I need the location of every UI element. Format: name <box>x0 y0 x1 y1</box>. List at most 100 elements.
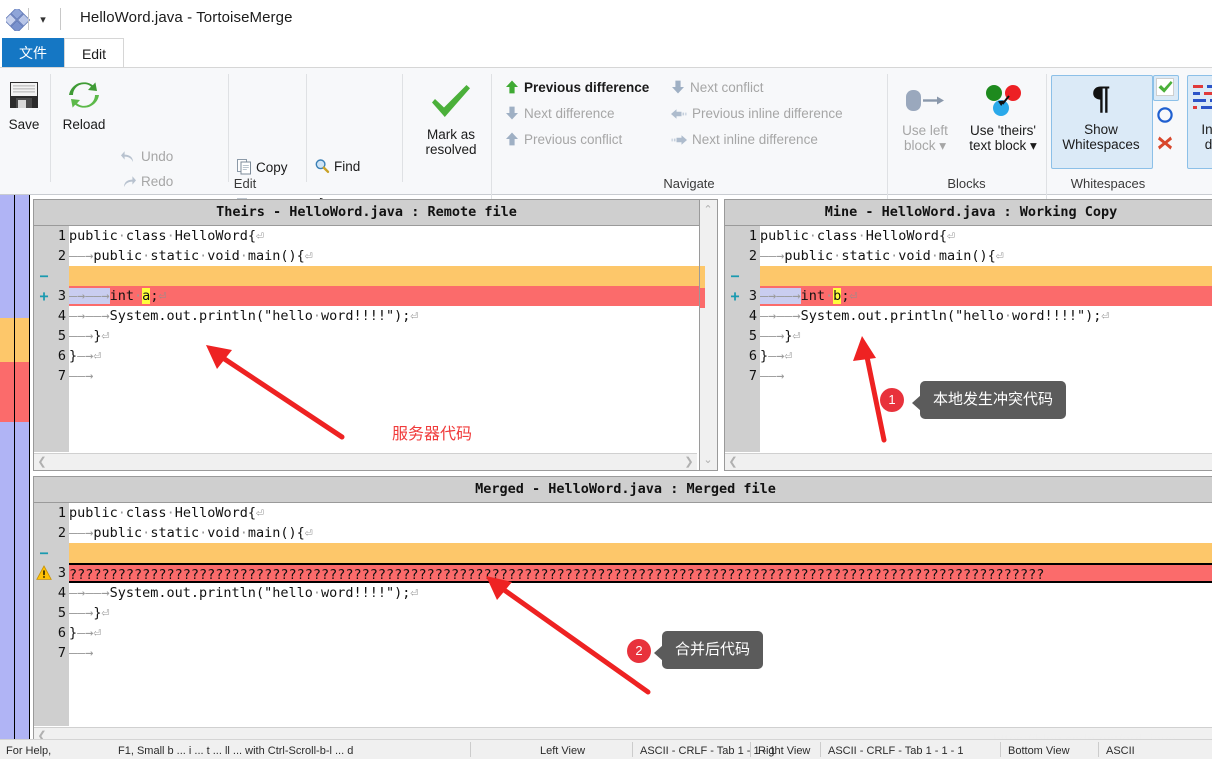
ribbon-group-edit-label: Edit <box>233 176 257 191</box>
show-whitespaces-button[interactable]: ¶ Show Whitespaces <box>1053 80 1149 152</box>
edit-divider-3 <box>306 74 307 182</box>
pilcrow-icon: ¶ <box>1053 80 1149 120</box>
reload-circular-arrows-icon <box>54 78 114 115</box>
use-theirs-text-block-label-2: text block ▾ <box>969 138 1037 153</box>
status-divider-2 <box>632 742 633 757</box>
line-number: 3 <box>57 288 66 304</box>
reload-button[interactable]: Reload <box>54 78 114 132</box>
next-inline-difference-label: Next inline difference <box>692 132 818 147</box>
pane-theirs-hscrollbar[interactable]: ❮ ❯ <box>34 453 697 470</box>
line-number: 4 <box>748 308 757 324</box>
inline-diff-button[interactable]: Inli di <box>1189 81 1212 152</box>
next-difference-label: Next difference <box>524 106 615 121</box>
status-left-view-label: Left View <box>540 745 586 757</box>
mark-as-resolved-label-2: resolved <box>425 142 477 157</box>
diff-overview-bar-left[interactable] <box>0 195 15 743</box>
use-left-block-label-2: block ▾ <box>903 138 947 153</box>
inline-diff-label-2: di <box>1204 137 1212 152</box>
pane-theirs-code[interactable]: public·class·HelloWord{⏎ ——→public·stati… <box>34 226 699 452</box>
previous-difference-button[interactable]: Previous difference <box>504 79 649 100</box>
code-line: ——→}⏎ <box>760 328 801 344</box>
red-cross-icon[interactable] <box>1156 134 1174 157</box>
line-number: 7 <box>57 645 66 661</box>
tab-edit[interactable]: Edit <box>64 38 124 69</box>
green-check-icon <box>412 82 490 125</box>
code-line-conflict: —→——→int·b;⏎ <box>760 286 1212 306</box>
tab-file[interactable]: 文件 <box>2 38 64 68</box>
pane-theirs-vscrollbar[interactable]: ⌃ ⌄ <box>699 199 718 471</box>
green-check-small-icon[interactable] <box>1156 78 1174 101</box>
code-line: —→——→System.out.println("hello·word!!!!"… <box>69 585 419 601</box>
previous-inline-difference-button: Previous inline difference <box>670 105 843 126</box>
pane-mine-hscrollbar[interactable]: ❮ <box>725 453 1212 470</box>
window-title: HelloWord.java - TortoiseMerge <box>80 9 293 26</box>
pane-merged-code[interactable]: public·class·HelloWord{⏎ ——→public·stati… <box>34 503 1212 726</box>
scroll-right-icon[interactable]: ❯ <box>681 454 697 470</box>
code-line: ——→public·static·void·main(){⏎ <box>69 248 313 264</box>
pane-theirs-lines: public·class·HelloWord{⏎ ——→public·stati… <box>69 226 699 452</box>
svg-text:¶: ¶ <box>1091 81 1111 117</box>
scroll-left-icon[interactable]: ❮ <box>34 454 50 470</box>
scroll-down-icon[interactable]: ⌄ <box>700 452 716 468</box>
status-left-view-info: ASCII - CRLF - Tab 1 - 1 - 1 <box>640 745 776 757</box>
blue-circle-icon[interactable] <box>1156 106 1174 129</box>
line-number: 6 <box>57 625 66 641</box>
code-line-added <box>69 543 1212 563</box>
floppy-disk-icon <box>2 78 46 115</box>
gutter-marker-removed[interactable]: − <box>37 543 51 563</box>
tortoisemerge-logo-icon <box>3 6 31 34</box>
save-button[interactable]: Save <box>2 78 46 132</box>
chevron-down-icon[interactable]: ▾ <box>34 13 52 27</box>
next-conflict-label: Next conflict <box>690 80 764 95</box>
next-difference-button: Next difference <box>504 105 615 126</box>
chevron-down-icon[interactable]: ▾ <box>939 138 946 153</box>
undo-arrow-icon <box>120 149 137 169</box>
code-line: ——→ <box>69 368 94 384</box>
show-whitespaces-label-1: Show <box>1084 122 1118 137</box>
arrow-down-grey-icon <box>504 105 520 126</box>
copy-label: Copy <box>256 160 288 175</box>
line-number: 2 <box>748 248 757 264</box>
ribbon-group-blocks-label: Blocks <box>947 176 986 191</box>
chevron-down-icon[interactable]: ▾ <box>1030 138 1037 153</box>
line-number: 1 <box>57 228 66 244</box>
status-divider-6 <box>1098 742 1099 757</box>
callout-badge-2: 2 <box>627 639 651 663</box>
line-number: 3 <box>57 565 66 581</box>
status-hint: F1, Small b ... i ... t ... ll ... with … <box>118 745 354 757</box>
status-help: For Help, <box>6 745 52 757</box>
scroll-up-icon[interactable]: ⌃ <box>700 202 716 218</box>
code-line: }—→⏎ <box>760 348 793 364</box>
gutter-marker-removed[interactable]: − <box>37 266 51 286</box>
mark-as-resolved-button[interactable]: Mark as resolved <box>412 82 490 157</box>
ribbon: Save Reload Undo Redo Copy Find Mark as … <box>0 68 1212 244</box>
status-divider-5 <box>1000 742 1001 757</box>
gutter-marker-removed[interactable]: − <box>728 266 742 286</box>
previous-conflict-label: Previous conflict <box>524 132 623 147</box>
use-theirs-block-icon <box>962 84 1044 121</box>
ribbon-group-whitespaces-label: Whitespaces <box>1070 176 1146 191</box>
scroll-left-icon[interactable]: ❮ <box>725 454 741 470</box>
pane-theirs-title: Theirs - HelloWord.java : Remote file <box>34 200 699 226</box>
ribbon-tabs: 文件 Edit <box>0 38 1212 69</box>
find-label: Find <box>334 159 361 174</box>
conflict-question-marks: ????????????????????????????????????????… <box>69 567 1045 583</box>
previous-conflict-button: Previous conflict <box>504 131 622 152</box>
diff-overview-bar-right[interactable] <box>15 195 30 743</box>
line-number: 5 <box>748 328 757 344</box>
code-line-conflict-unresolved: ????????????????????????????????????????… <box>69 563 1212 583</box>
pane-mine: Mine - HelloWord.java : Working Copy pub… <box>724 199 1212 471</box>
use-theirs-text-block-button[interactable]: Use 'theirs' text block ▾ <box>962 84 1044 153</box>
annotation-server-code-label: 服务器代码 <box>392 426 473 443</box>
line-number: 5 <box>57 605 66 621</box>
arrow-up-grey-icon <box>504 131 520 152</box>
line-number: 6 <box>748 348 757 364</box>
tortoisemerge-window: ▾ HelloWord.java - TortoiseMerge 文件 Edit <box>0 0 1212 759</box>
pane-merged-lines: public·class·HelloWord{⏎ ——→public·stati… <box>69 503 1212 726</box>
edit-divider-4 <box>402 74 403 182</box>
line-number: 3 <box>748 288 757 304</box>
use-left-block-label-1: Use left <box>902 123 948 138</box>
arrow-left-inline-icon <box>670 107 688 126</box>
code-line: ——→}⏎ <box>69 328 110 344</box>
line-number: 6 <box>57 348 66 364</box>
